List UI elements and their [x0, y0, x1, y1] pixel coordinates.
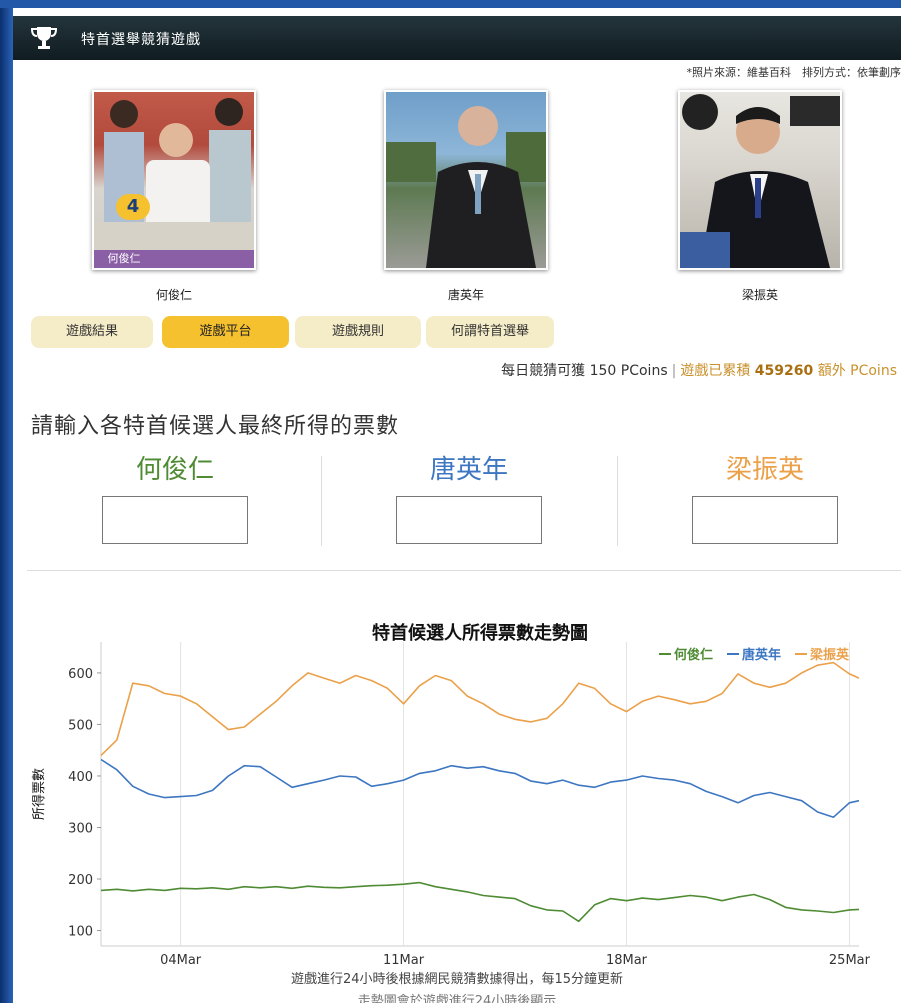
vote-input-leung[interactable]	[692, 496, 838, 544]
tab-results[interactable]: 遊戲結果	[31, 316, 153, 348]
chart-series-line-1	[100, 758, 860, 818]
chart-footnote-display: 走勢圖會於遊戲進行24小時後顯示	[357, 994, 557, 1003]
chart-y-tick-label: 100	[68, 925, 93, 940]
chart-x-tick-label: 11Mar	[383, 953, 425, 968]
daily-pcoins-text: 每日競猜可獲 150 PCoins	[501, 363, 668, 379]
candidate-name-leung: 梁振英	[741, 288, 778, 302]
candidate-card-leung[interactable]: 梁振英	[677, 90, 843, 303]
candidate-photo-caption: 何俊仁	[107, 252, 141, 265]
chart-y-tick-label: 300	[68, 821, 93, 836]
chart-y-tick-label: 400	[68, 770, 93, 785]
game-panel: 特首選舉競猜遊戲 *照片來源：維基百科 排列方式：依筆劃序 4 何俊仁 何俊仁	[13, 8, 901, 1003]
chart-y-tick-label: 600	[68, 667, 93, 682]
vote-candidate-name-ho: 何俊仁	[135, 455, 214, 485]
candidate-number-badge: 4	[116, 194, 150, 220]
candidate-photo-leung[interactable]	[678, 90, 842, 270]
chart-legend-label-0: 何俊仁	[674, 647, 713, 663]
chart-x-tick-label: 18Mar	[606, 953, 648, 968]
candidate-name-ho: 何俊仁	[155, 288, 192, 302]
chart-x-tick-label: 04Mar	[160, 953, 202, 968]
chart-title: 特首候選人所得票數走勢圖	[372, 622, 588, 644]
vote-trend-chart: 04Mar 11Mar 18Mar 25Mar 100 200 300 400 500 600 特首…	[31, 622, 871, 968]
accumulated-pcoins-value: 459260	[754, 363, 814, 379]
tab-rules[interactable]: 遊戲規則	[295, 316, 421, 348]
candidate-card-tang[interactable]: 唐英年	[383, 90, 549, 303]
candidate-photo-tang[interactable]	[384, 90, 548, 270]
chart-y-axis-label: 所得票數	[31, 768, 47, 820]
vote-column-ho: 何俊仁	[27, 450, 323, 544]
pcoins-info: 每日競猜可獲 150 PCoins | 遊戲已累積 459260 額外 PCoins	[501, 360, 897, 380]
chart-footnote-update: 遊戲進行24小時後根據網民競猜數據得出，每15分鐘更新	[290, 972, 624, 987]
window-frame-left	[0, 0, 13, 1003]
candidate-name-tang: 唐英年	[447, 288, 484, 302]
chart-legend-label-1: 唐英年	[742, 647, 781, 663]
chart-y-tick-label: 500	[68, 718, 93, 733]
vote-input-tang[interactable]	[396, 496, 542, 544]
vote-prompt: 請輸入各特首候選人最終所得的票數	[31, 414, 400, 439]
candidate-photo-ho[interactable]: 4 何俊仁	[92, 90, 256, 270]
tab-platform[interactable]: 遊戲平台	[162, 316, 289, 348]
section-divider	[27, 570, 901, 571]
header-bar: 特首選舉競猜遊戲	[13, 16, 901, 60]
chart-legend-label-2: 梁振英	[809, 647, 850, 663]
vote-column-leung: 梁振英	[617, 450, 901, 544]
chart-series-line-2	[100, 661, 860, 756]
vote-candidate-name-leung: 梁振英	[725, 455, 804, 485]
photo-source-note: *照片來源：維基百科 排列方式：依筆劃序	[686, 66, 901, 79]
candidate-card-ho[interactable]: 4 何俊仁 何俊仁	[91, 90, 257, 303]
page-title: 特首選舉競猜遊戲	[81, 32, 201, 48]
trophy-icon	[30, 27, 58, 49]
vote-column-tang: 唐英年	[321, 450, 617, 544]
vote-input-ho[interactable]	[102, 496, 248, 544]
pcoins-separator: |	[671, 363, 677, 379]
window-frame-top	[0, 0, 901, 8]
accumulated-suffix: 額外 PCoins	[817, 363, 897, 379]
chart-series-line-0	[100, 881, 860, 923]
vote-candidate-name-tang: 唐英年	[429, 455, 508, 485]
accumulated-prefix: 遊戲已累積	[680, 363, 751, 379]
chart-y-tick-label: 200	[68, 873, 93, 888]
tab-about-election[interactable]: 何謂特首選舉	[426, 316, 554, 348]
chart-x-tick-label: 25Mar	[829, 953, 871, 968]
